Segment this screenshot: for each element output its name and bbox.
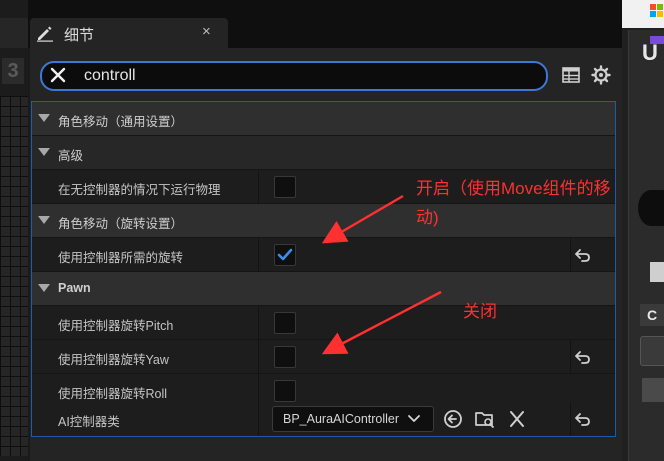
right-window-button[interactable] bbox=[640, 336, 664, 366]
windows-logo-icon bbox=[657, 4, 663, 10]
right-window-top bbox=[622, 0, 664, 28]
ue-logo-icon: U bbox=[642, 40, 658, 65]
windows-logo-icon bbox=[657, 11, 663, 17]
windows-logo-icon bbox=[650, 4, 656, 10]
windows-logo-icon bbox=[650, 11, 656, 17]
annotation-arrow-enable bbox=[321, 194, 404, 244]
annotation-arrows bbox=[321, 194, 442, 355]
avatar[interactable] bbox=[642, 378, 664, 402]
unreal-engine-icon[interactable] bbox=[638, 190, 664, 226]
annotation-arrow-disable bbox=[321, 290, 442, 355]
save-icon[interactable] bbox=[650, 262, 664, 282]
compile-icon[interactable]: C bbox=[640, 304, 664, 326]
